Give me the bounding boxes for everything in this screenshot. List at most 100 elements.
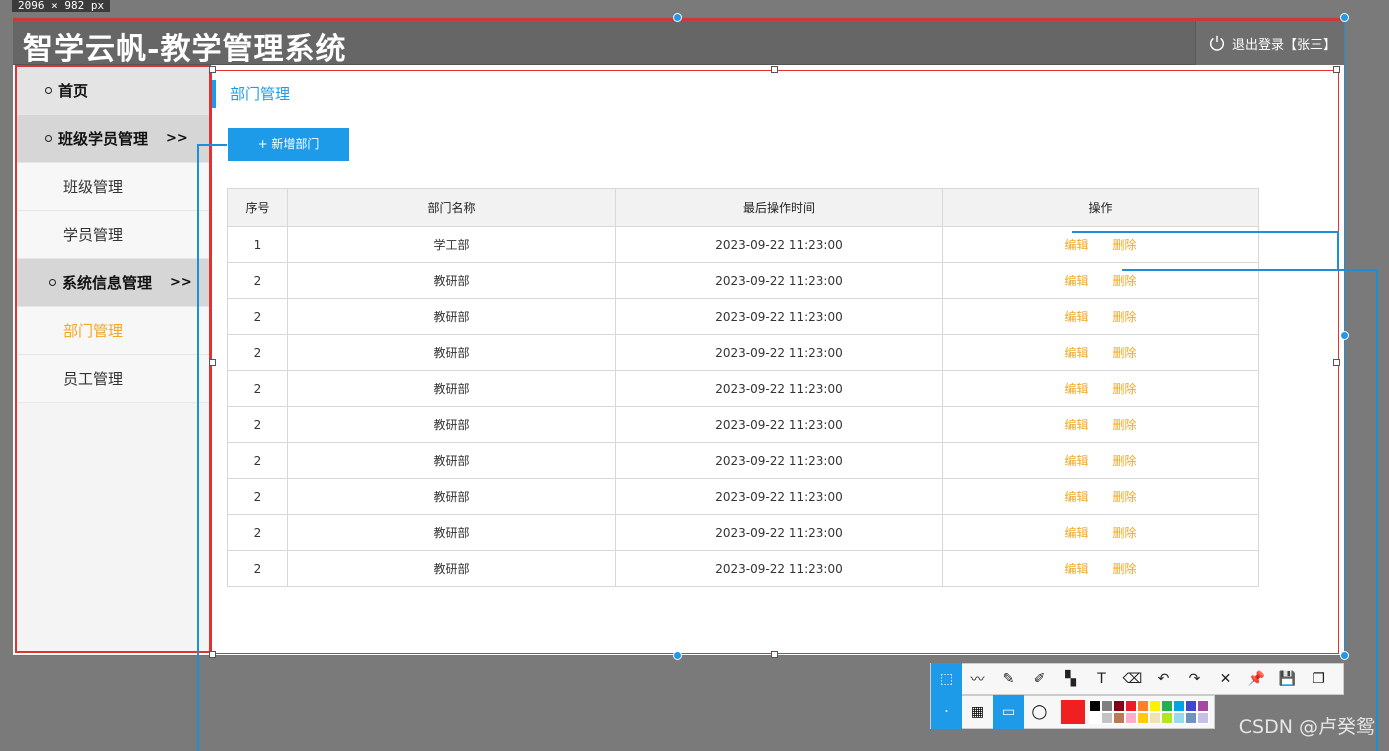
- cell-name: 教研部: [287, 478, 616, 515]
- sidebar-item-department[interactable]: 部门管理: [17, 307, 209, 355]
- delete-link[interactable]: 删除: [1113, 490, 1137, 504]
- palette-swatch[interactable]: [1185, 712, 1197, 724]
- sidebar-item-student[interactable]: 学员管理: [17, 211, 209, 259]
- shape-handle[interactable]: [209, 359, 216, 366]
- palette-swatch[interactable]: [1125, 700, 1137, 712]
- toolbar-row-tools: ⬚ 〰 ✎ ✐ ▚ T ⌫ ↶ ↷ ✕ 📌 💾 ❐: [930, 663, 1344, 695]
- cell-index: 2: [227, 262, 288, 299]
- palette-swatch[interactable]: [1197, 700, 1209, 712]
- mosaic-icon[interactable]: ▚: [1055, 663, 1086, 695]
- sidebar: 首页 班级学员管理 >> 班级管理 学员管理 系统信息管理 >> 部门管理 员工…: [15, 65, 211, 653]
- delete-link[interactable]: 删除: [1113, 238, 1137, 252]
- cell-time: 2023-09-22 11:23:00: [615, 550, 943, 587]
- cell-time: 2023-09-22 11:23:00: [615, 514, 943, 551]
- palette-swatch[interactable]: [1101, 700, 1113, 712]
- ellipse-icon[interactable]: ◯: [1024, 695, 1055, 729]
- logout-button[interactable]: 退出登录【张三】: [1195, 21, 1345, 65]
- palette-swatch[interactable]: [1161, 700, 1173, 712]
- cell-actions: 编辑 删除: [942, 406, 1259, 443]
- edit-link[interactable]: 编辑: [1064, 310, 1088, 324]
- power-icon: [1209, 35, 1225, 51]
- delete-link[interactable]: 删除: [1113, 310, 1137, 324]
- resize-handle[interactable]: [1340, 13, 1349, 22]
- shape-handle[interactable]: [209, 66, 216, 73]
- shape-handle[interactable]: [1333, 66, 1340, 73]
- palette-swatch[interactable]: [1197, 712, 1209, 724]
- palette-swatch[interactable]: [1149, 700, 1161, 712]
- sidebar-item-label: 学员管理: [63, 226, 124, 244]
- cell-time: 2023-09-22 11:23:00: [615, 442, 943, 479]
- palette-swatch[interactable]: [1185, 700, 1197, 712]
- cell-index: 2: [227, 442, 288, 479]
- pin-icon[interactable]: 📌: [1241, 663, 1272, 695]
- redo-icon[interactable]: ↷: [1179, 663, 1210, 695]
- palette-swatch[interactable]: [1113, 712, 1125, 724]
- highlighter-icon[interactable]: ✐: [1024, 663, 1055, 695]
- resize-handle[interactable]: [673, 13, 682, 22]
- edit-link[interactable]: 编辑: [1064, 238, 1088, 252]
- sidebar-item-home[interactable]: 首页: [17, 67, 209, 115]
- resize-handle[interactable]: [1340, 651, 1349, 660]
- pen-icon[interactable]: ✎: [993, 663, 1024, 695]
- shape-handle[interactable]: [771, 651, 778, 658]
- rect-select-icon[interactable]: ⬚: [931, 663, 962, 695]
- color-palette: [1089, 700, 1213, 724]
- copy-icon[interactable]: ❐: [1303, 663, 1334, 695]
- palette-swatch[interactable]: [1173, 712, 1185, 724]
- save-icon[interactable]: 💾: [1272, 663, 1303, 695]
- mosaic-style-icon[interactable]: ▦: [962, 695, 993, 729]
- edit-link[interactable]: 编辑: [1064, 454, 1088, 468]
- cell-time: 2023-09-22 11:23:00: [615, 226, 943, 263]
- palette-swatch[interactable]: [1125, 712, 1137, 724]
- resize-handle[interactable]: [673, 651, 682, 660]
- guide-line-left-h: [197, 144, 227, 146]
- edit-link[interactable]: 编辑: [1064, 418, 1088, 432]
- edit-link[interactable]: 编辑: [1064, 526, 1088, 540]
- bullet-icon: [45, 135, 52, 142]
- palette-swatch[interactable]: [1149, 712, 1161, 724]
- delete-link[interactable]: 删除: [1113, 382, 1137, 396]
- delete-link[interactable]: 删除: [1113, 454, 1137, 468]
- resize-handle[interactable]: [1340, 331, 1349, 340]
- palette-swatch[interactable]: [1101, 712, 1113, 724]
- sidebar-item-class[interactable]: 班级管理: [17, 163, 209, 211]
- sidebar-item-system[interactable]: 系统信息管理 >>: [17, 259, 209, 307]
- shape-handle[interactable]: [771, 66, 778, 73]
- edit-link[interactable]: 编辑: [1064, 490, 1088, 504]
- sidebar-item-employee[interactable]: 员工管理: [17, 355, 209, 403]
- delete-link[interactable]: 删除: [1113, 346, 1137, 360]
- delete-link[interactable]: 删除: [1113, 526, 1137, 540]
- current-color-swatch[interactable]: [1061, 700, 1085, 724]
- palette-swatch[interactable]: [1089, 700, 1101, 712]
- text-icon[interactable]: T: [1086, 663, 1117, 695]
- edit-link[interactable]: 编辑: [1064, 382, 1088, 396]
- delete-link[interactable]: 删除: [1113, 418, 1137, 432]
- eraser-icon[interactable]: ⌫: [1117, 663, 1148, 695]
- palette-swatch[interactable]: [1137, 712, 1149, 724]
- small-dot-icon[interactable]: ·: [931, 695, 962, 729]
- edit-link[interactable]: 编辑: [1064, 346, 1088, 360]
- sidebar-item-class-student[interactable]: 班级学员管理 >>: [17, 115, 209, 163]
- rectangle-icon[interactable]: ▭: [993, 695, 1024, 729]
- sidebar-item-label: 部门管理: [63, 322, 124, 340]
- shape-handle[interactable]: [1333, 359, 1340, 366]
- cell-name: 教研部: [287, 550, 616, 587]
- palette-swatch[interactable]: [1173, 700, 1185, 712]
- polyline-icon[interactable]: 〰: [962, 663, 993, 695]
- delete-link[interactable]: 删除: [1113, 274, 1137, 288]
- palette-swatch[interactable]: [1161, 712, 1173, 724]
- bullet-icon: [45, 87, 52, 94]
- undo-icon[interactable]: ↶: [1148, 663, 1179, 695]
- table-row: 2 教研部 2023-09-22 11:23:00 编辑 删除: [227, 370, 1259, 407]
- shape-handle[interactable]: [209, 651, 216, 658]
- cell-time: 2023-09-22 11:23:00: [615, 478, 943, 515]
- table-header-row: 序号 部门名称 最后操作时间 操作: [227, 188, 1259, 227]
- add-department-button[interactable]: + 新增部门: [228, 128, 349, 161]
- edit-link[interactable]: 编辑: [1064, 562, 1088, 576]
- close-icon[interactable]: ✕: [1210, 663, 1241, 695]
- palette-swatch[interactable]: [1089, 712, 1101, 724]
- edit-link[interactable]: 编辑: [1064, 274, 1088, 288]
- palette-swatch[interactable]: [1113, 700, 1125, 712]
- palette-swatch[interactable]: [1137, 700, 1149, 712]
- delete-link[interactable]: 删除: [1113, 562, 1137, 576]
